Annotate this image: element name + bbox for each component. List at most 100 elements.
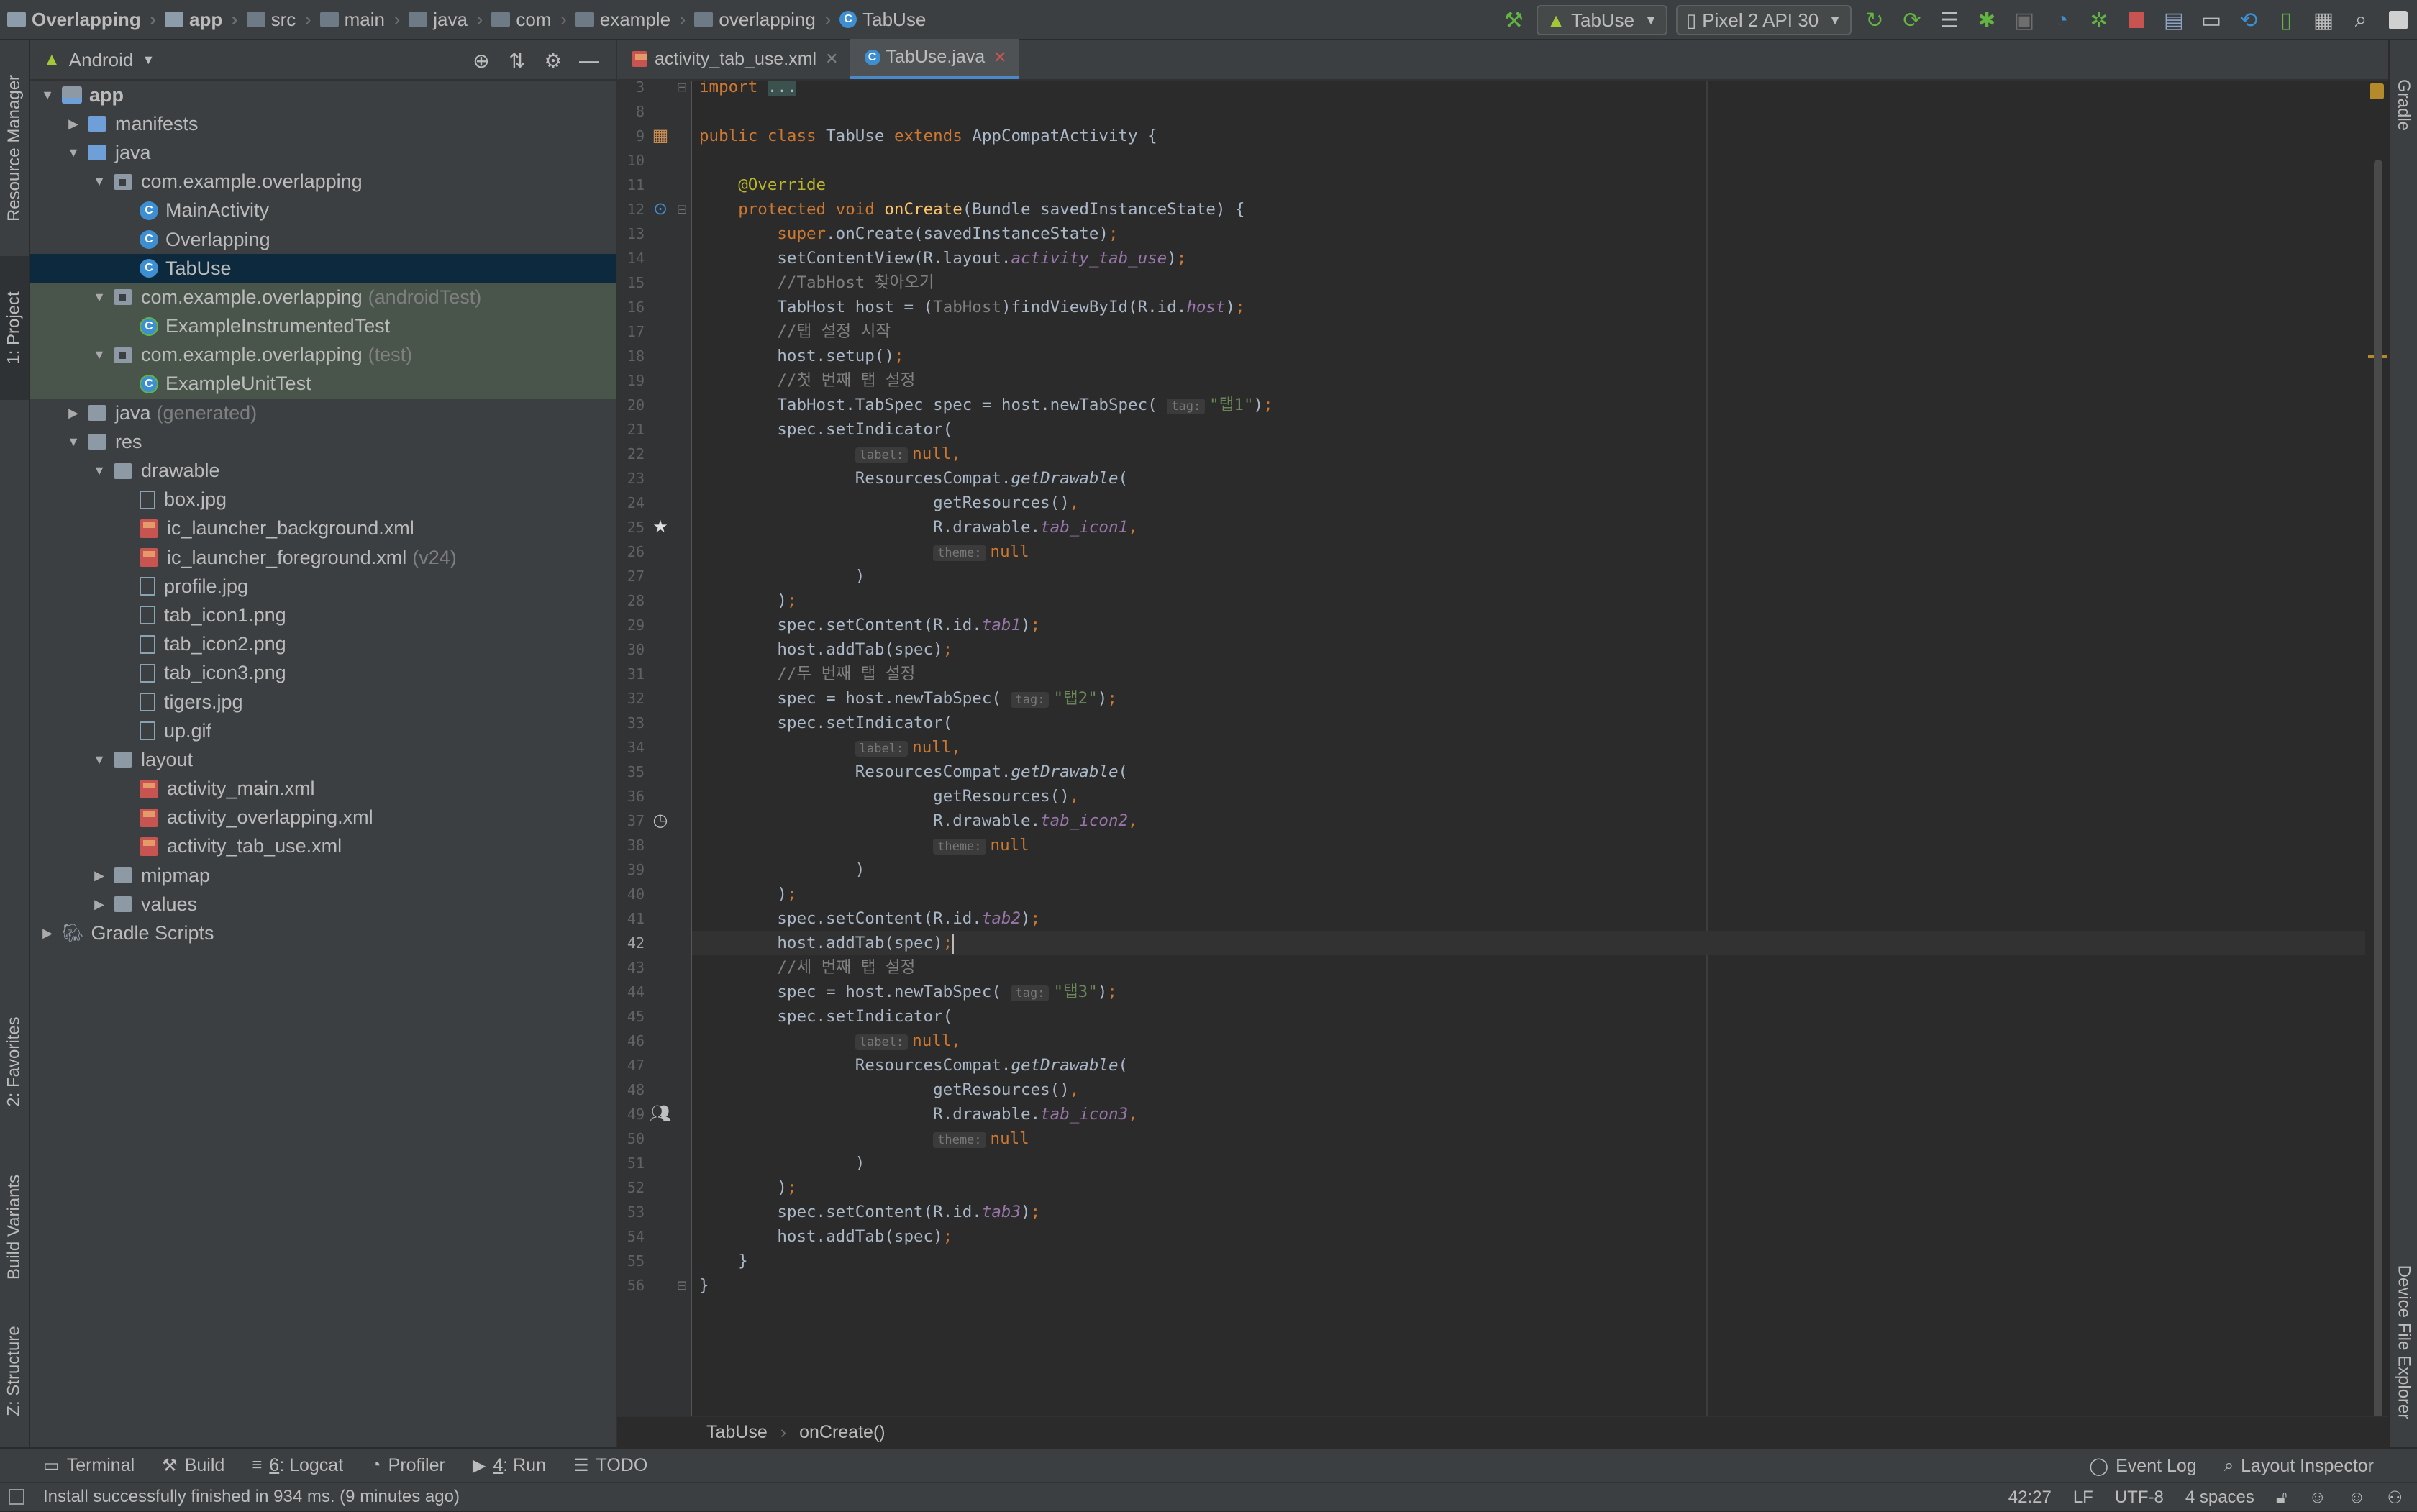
- debug-bug-icon[interactable]: ✱: [1970, 4, 2003, 37]
- tree-node[interactable]: ic_launcher_background.xml: [30, 514, 616, 543]
- search-icon[interactable]: ⌕: [2344, 4, 2377, 37]
- expand-arrow-right-icon[interactable]: ▶: [91, 868, 108, 883]
- tree-node[interactable]: ▶ manifests: [30, 109, 616, 138]
- warning-indicator-icon[interactable]: [2370, 83, 2384, 99]
- code-line[interactable]: ResourcesCompat.getDrawable(: [699, 760, 1128, 784]
- indent-setting[interactable]: 4 spaces: [2185, 1488, 2254, 1508]
- code-line[interactable]: theme: null: [699, 1126, 1029, 1151]
- line-number[interactable]: 40: [617, 882, 645, 906]
- fold-toggle-icon[interactable]: ⊟: [675, 1273, 689, 1298]
- notifications-face-icon[interactable]: ☺: [2348, 1488, 2366, 1508]
- run-config-select[interactable]: ▲ TabUse ▼: [1537, 5, 1667, 35]
- line-number[interactable]: 25: [617, 515, 645, 539]
- line-number[interactable]: 34: [617, 735, 645, 760]
- line-number[interactable]: 23: [617, 466, 645, 491]
- tree-node[interactable]: tab_icon3.png: [30, 659, 616, 688]
- editor-gutter[interactable]: 3 8 9 10 11 12 13 14 15 16 17 18 19 20 21 22 23 24 25 26 27 2…: [617, 81, 692, 1416]
- logcat-tab[interactable]: ≡ 6: Logcat: [252, 1455, 343, 1476]
- code-line[interactable]: //첫 번째 탭 설정: [699, 368, 915, 393]
- tree-node[interactable]: ▼ layout: [30, 745, 616, 774]
- breadcrumb-item[interactable]: example ›: [575, 0, 695, 40]
- line-number[interactable]: 45: [617, 1004, 645, 1029]
- line-number[interactable]: 37: [617, 809, 645, 833]
- code-line[interactable]: spec.setIndicator(: [699, 711, 952, 735]
- code-line[interactable]: spec.setContent(R.id.tab1);: [699, 613, 1040, 637]
- code-line[interactable]: }: [699, 1273, 709, 1298]
- code-line[interactable]: setContentView(R.layout.activity_tab_use…: [699, 246, 1186, 270]
- code-line[interactable]: TabHost.TabSpec spec = host.newTabSpec( …: [699, 393, 1273, 417]
- code-line[interactable]: label: null,: [699, 1029, 961, 1053]
- profiler-tab[interactable]: ◔ Profiler: [370, 1455, 445, 1476]
- line-number[interactable]: 8: [617, 99, 645, 124]
- line-number[interactable]: 35: [617, 760, 645, 784]
- profile-gauge-icon[interactable]: ◔: [2045, 4, 2078, 37]
- editor-tab[interactable]: C TabUse.java ✕: [850, 39, 1019, 79]
- close-icon[interactable]: ✕: [993, 48, 1006, 67]
- resource-manager-tab[interactable]: Resource Manager: [0, 55, 29, 242]
- sdk-manager-icon[interactable]: ⟲: [2232, 4, 2265, 37]
- code-line[interactable]: //탭 설정 시작: [699, 319, 891, 344]
- override-method-icon[interactable]: ⊙: [649, 197, 672, 222]
- code-line[interactable]: TabHost host = (TabHost)findViewById(R.i…: [699, 295, 1244, 319]
- tree-node[interactable]: ▼ com.example.overlapping (test): [30, 340, 616, 370]
- line-number[interactable]: 50: [617, 1126, 645, 1151]
- line-number[interactable]: 11: [617, 173, 645, 197]
- structure-tab[interactable]: Z: Structure: [0, 1299, 29, 1443]
- code-line[interactable]: spec.setContent(R.id.tab2);: [699, 906, 1040, 931]
- line-number[interactable]: 12: [617, 197, 645, 222]
- editor-scrollbar[interactable]: [2365, 81, 2387, 1416]
- breadcrumb-item[interactable]: C TabUse: [839, 0, 926, 40]
- view-mode-select[interactable]: Android: [69, 49, 134, 71]
- line-number[interactable]: 16: [617, 295, 645, 319]
- file-encoding[interactable]: UTF-8: [2115, 1488, 2164, 1508]
- tree-node[interactable]: ▼ java: [30, 138, 616, 167]
- line-number[interactable]: 17: [617, 319, 645, 344]
- line-number[interactable]: 28: [617, 588, 645, 613]
- people-icon[interactable]: 👥︎: [649, 1102, 672, 1126]
- expand-arrow-right-icon[interactable]: ▶: [91, 897, 108, 912]
- breadcrumb-item[interactable]: app ›: [165, 0, 247, 40]
- gear-icon[interactable]: ⚙: [535, 49, 571, 73]
- avd-manager-icon[interactable]: ▯: [2270, 4, 2303, 37]
- caret-position[interactable]: 42:27: [2008, 1488, 2052, 1508]
- code-line[interactable]: label: null,: [699, 442, 961, 466]
- line-number[interactable]: 30: [617, 637, 645, 662]
- breadcrumb-item[interactable]: src ›: [246, 0, 320, 40]
- code-line[interactable]: //TabHost 찾아오기: [699, 270, 934, 295]
- tree-node[interactable]: profile.jpg: [30, 572, 616, 601]
- line-number[interactable]: 47: [617, 1053, 645, 1078]
- tree-node[interactable]: box.jpg: [30, 486, 616, 514]
- line-number[interactable]: 44: [617, 980, 645, 1004]
- tree-node[interactable]: ▶ mipmap: [30, 861, 616, 890]
- locate-target-icon[interactable]: ⊕: [463, 49, 499, 73]
- chevron-down-icon[interactable]: ▼: [142, 53, 155, 68]
- code-line[interactable]: host.addTab(spec);: [699, 637, 952, 662]
- android-layout-icon[interactable]: ▦: [649, 124, 672, 148]
- line-number[interactable]: 43: [617, 955, 645, 980]
- code-line[interactable]: host.addTab(spec);: [692, 931, 2368, 955]
- line-number[interactable]: 26: [617, 539, 645, 564]
- code-line[interactable]: theme: null: [699, 833, 1029, 857]
- expand-arrow-down-icon[interactable]: ▼: [91, 174, 108, 189]
- line-number[interactable]: 53: [617, 1200, 645, 1224]
- expand-arrow-right-icon[interactable]: ▶: [65, 406, 82, 421]
- build-tab[interactable]: ⚒ Build: [162, 1455, 224, 1476]
- scrollbar-thumb[interactable]: [2374, 160, 2382, 1416]
- code-line[interactable]: public class TabUse extends AppCompatAct…: [699, 124, 1157, 148]
- tree-node[interactable]: tab_icon1.png: [30, 601, 616, 629]
- terminal-tab[interactable]: ▭ Terminal: [43, 1455, 135, 1476]
- code-line[interactable]: R.drawable.tab_icon3,: [699, 1102, 1138, 1126]
- line-number[interactable]: 32: [617, 686, 645, 711]
- expand-arrow-down-icon[interactable]: ▼: [65, 434, 82, 450]
- line-number[interactable]: 31: [617, 662, 645, 686]
- code-line[interactable]: ): [699, 1151, 865, 1175]
- tree-node[interactable]: ▶ java (generated): [30, 399, 616, 427]
- breadcrumb-method[interactable]: onCreate(): [799, 1422, 886, 1443]
- expand-arrow-down-icon[interactable]: ▼: [91, 463, 108, 478]
- code-line[interactable]: );: [699, 882, 796, 906]
- line-number[interactable]: 33: [617, 711, 645, 735]
- line-number[interactable]: 38: [617, 833, 645, 857]
- code-line[interactable]: getResources(),: [699, 784, 1079, 809]
- code-line[interactable]: host.setup();: [699, 344, 903, 368]
- tree-node[interactable]: ▼ drawable: [30, 456, 616, 485]
